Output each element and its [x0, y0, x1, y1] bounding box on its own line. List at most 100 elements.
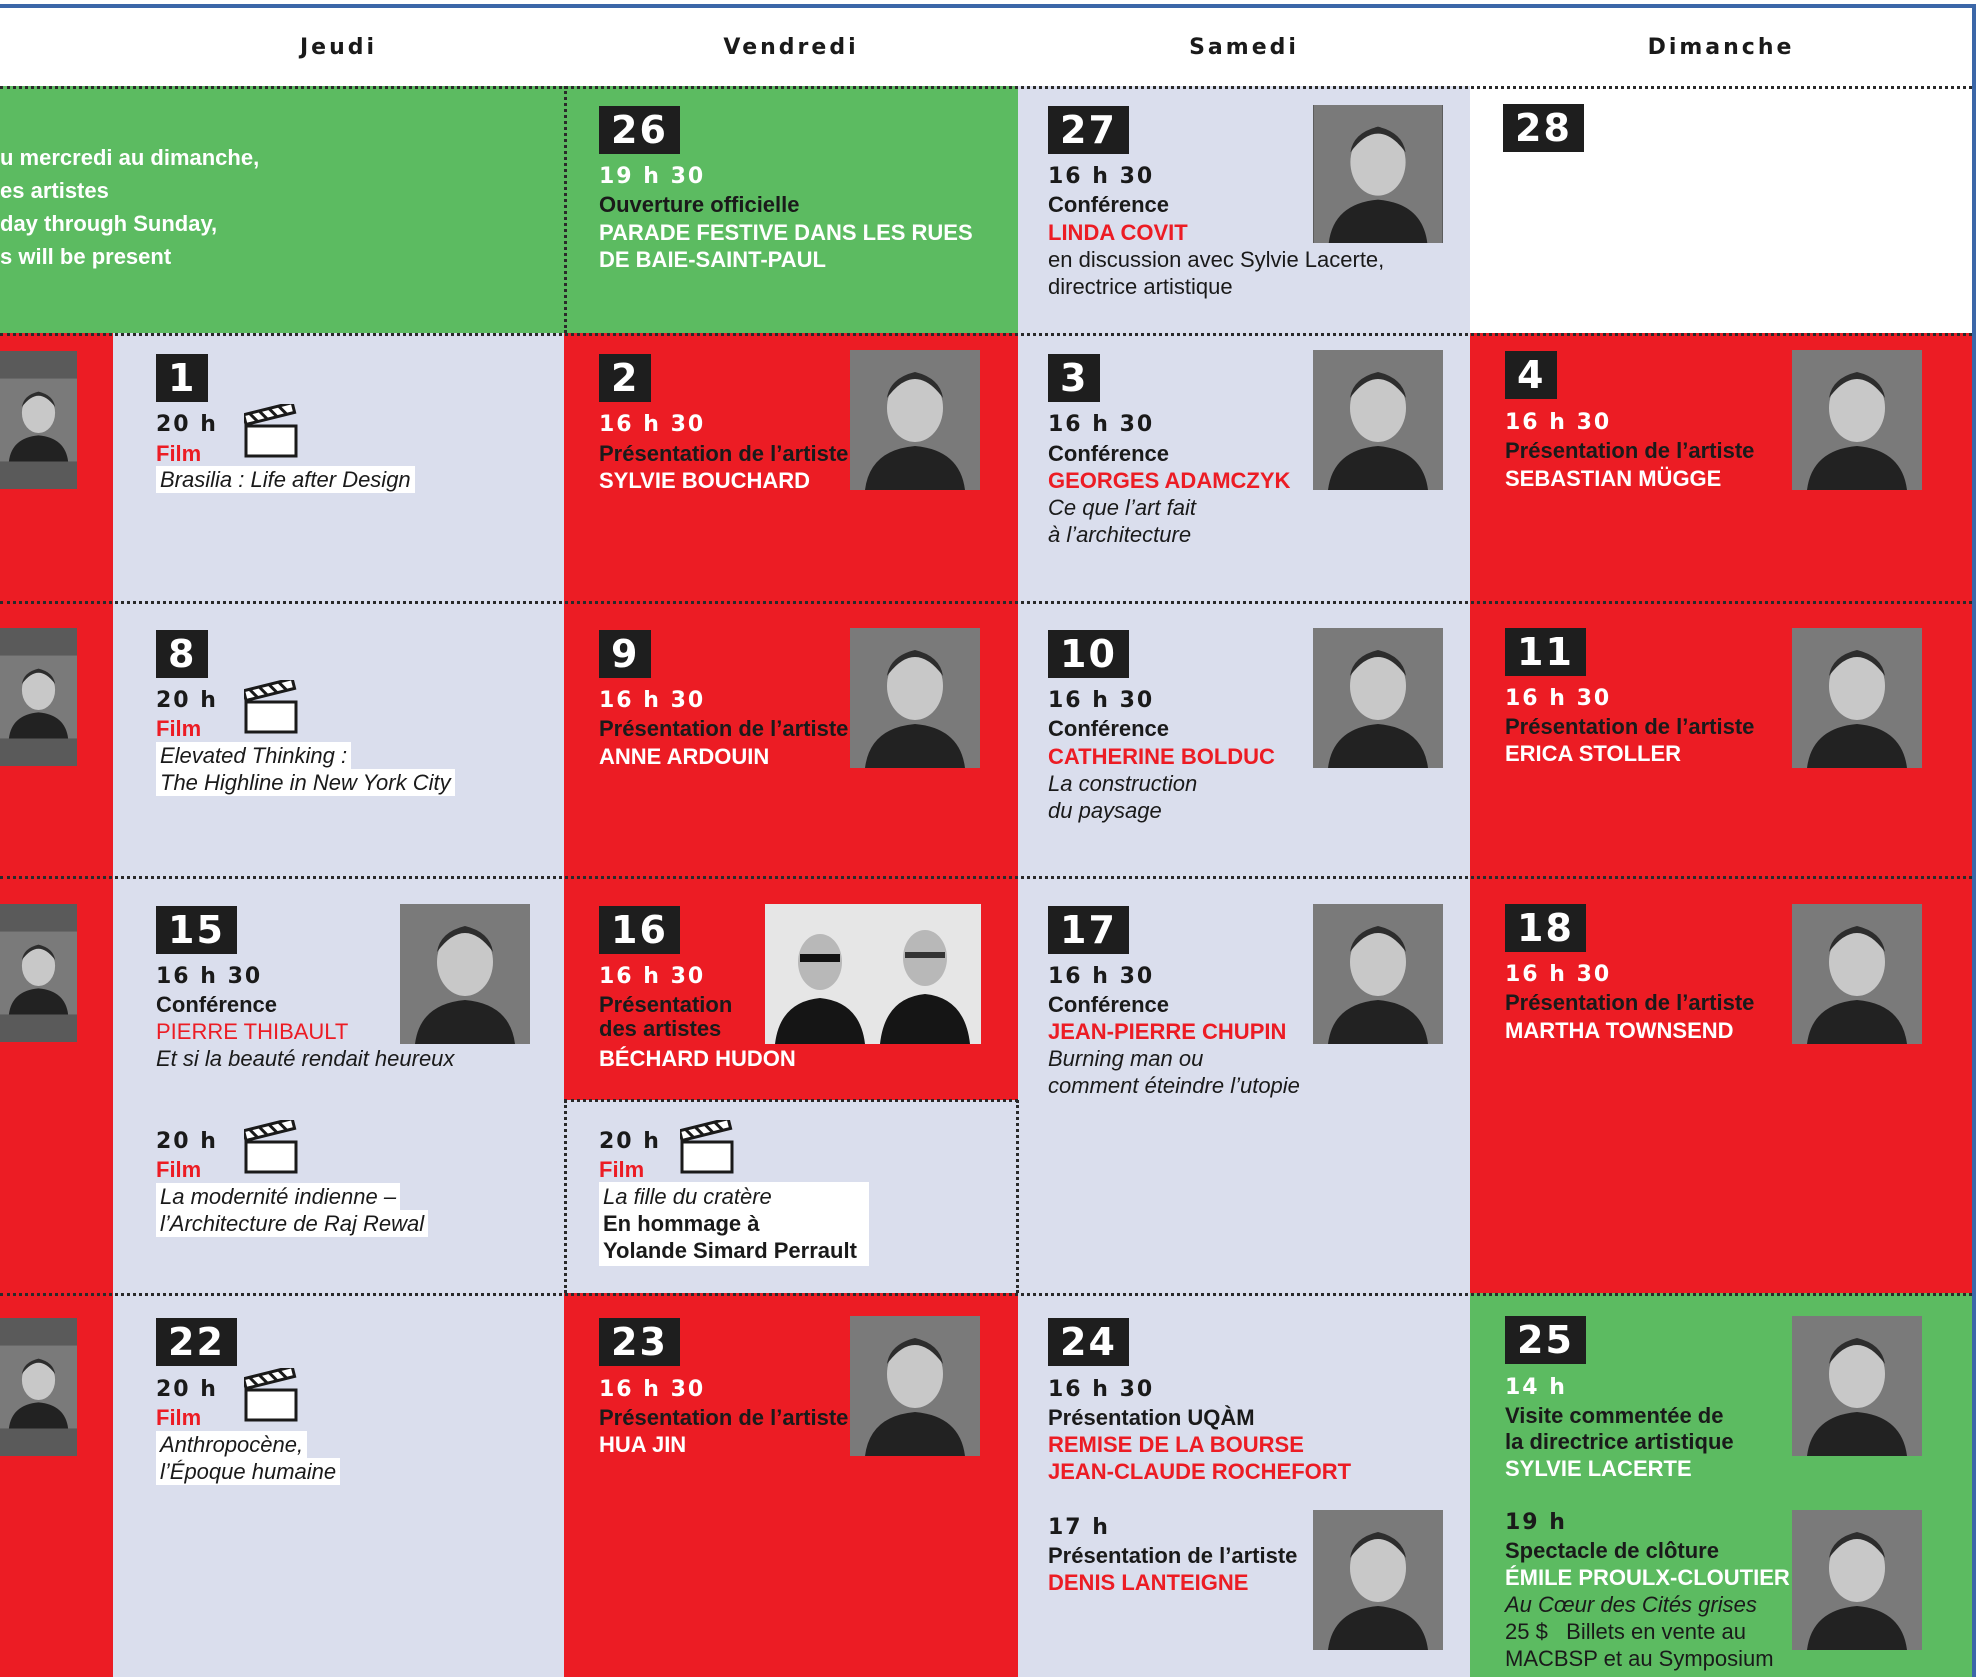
date-4: 4 — [1505, 351, 1558, 399]
row-divider — [0, 876, 1972, 879]
date-8: 8 — [156, 630, 209, 678]
time: 16 h 30 — [1048, 412, 1155, 437]
speaker-name: LINDA COVIT — [1048, 220, 1188, 245]
event-type: Film — [156, 1157, 202, 1182]
top-border — [0, 4, 1976, 8]
event-type: Présentation UQÀM — [1048, 1405, 1255, 1430]
event-type: Présentation de l’artiste — [1505, 714, 1755, 739]
event-type: Conférence — [1048, 992, 1170, 1017]
event-type: Film — [599, 1157, 645, 1182]
film-clapperboard-icon — [244, 1368, 298, 1422]
portrait-photo — [1792, 904, 1922, 1044]
film-title-3: Yolande Simard Perrault — [603, 1238, 857, 1263]
ticket-venue: MACBSP et au Symposium — [1505, 1646, 1774, 1671]
film-clapperboard-icon — [244, 404, 298, 458]
time: 16 h 30 — [1048, 164, 1155, 189]
date-11: 11 — [1505, 628, 1586, 676]
date-25: 25 — [1505, 1316, 1586, 1364]
film-title-2: l’Architecture de Raj Rewal — [156, 1210, 429, 1237]
time: 16 h 30 — [156, 964, 263, 989]
event-desc-1: Ce que l’art fait — [1048, 495, 1196, 520]
speaker-name: GEORGES ADAMCZYK — [1048, 468, 1291, 493]
date-22: 22 — [156, 1318, 237, 1366]
event-desc-2: comment éteindre l’utopie — [1048, 1073, 1300, 1098]
portrait-photo — [0, 1318, 77, 1456]
col-divider — [564, 1100, 567, 1293]
event-type: Présentation de l’artiste — [1048, 1543, 1298, 1568]
artist-name: ANNE ARDOUIN — [599, 744, 770, 769]
header-samedi: Samedi — [1189, 34, 1299, 60]
event-desc: Et si la beauté rendait heureux — [156, 1046, 455, 1071]
row-divider — [0, 1293, 1972, 1296]
event-type-2: des artistes — [599, 1016, 722, 1041]
time: 16 h 30 — [1048, 688, 1155, 713]
col-divider — [564, 86, 567, 333]
time: 16 h 30 — [1505, 962, 1612, 987]
event-type: Présentation de l’artiste — [599, 1405, 849, 1430]
portrait-photo — [0, 904, 77, 1042]
row-divider — [0, 86, 1972, 89]
time: 16 h 30 — [1505, 410, 1612, 435]
right-border — [1972, 4, 1976, 1677]
guide-name: SYLVIE LACERTE — [1505, 1456, 1692, 1481]
time: 20 h — [156, 688, 218, 713]
film-clapperboard-icon — [244, 680, 298, 734]
film-title: Brasilia : Life after Design — [156, 466, 415, 493]
date-3: 3 — [1048, 354, 1101, 402]
film-title-1: Elevated Thinking : — [156, 742, 352, 769]
portrait-photo — [850, 628, 980, 768]
date-10: 10 — [1048, 630, 1129, 678]
portrait-photo — [850, 350, 980, 490]
film-title-2: The Highline in New York City — [156, 769, 455, 796]
time: 19 h 30 — [599, 164, 706, 189]
date-15: 15 — [156, 906, 237, 954]
speaker-name: PIERRE THIBAULT — [156, 1019, 349, 1044]
event-type: Conférence — [1048, 441, 1170, 466]
date-27: 27 — [1048, 106, 1129, 154]
portrait-photo — [1792, 628, 1922, 768]
time: 14 h — [1505, 1375, 1567, 1400]
event-type-1: Présentation — [599, 992, 733, 1017]
film-title-1: La modernité indienne – — [156, 1183, 401, 1210]
portrait-photo — [0, 628, 77, 766]
portrait-photo — [1313, 904, 1443, 1044]
event-type-1: Visite commentée de — [1505, 1403, 1724, 1428]
artist-name: BÉCHARD HUDON — [599, 1046, 796, 1071]
portrait-photo — [1313, 628, 1443, 768]
time: 19 h — [1505, 1510, 1567, 1535]
time: 16 h 30 — [1048, 964, 1155, 989]
date-26: 26 — [599, 106, 680, 154]
date-9: 9 — [599, 630, 652, 678]
artist-name: DENIS LANTEIGNE — [1048, 1570, 1249, 1595]
event-desc-2: directrice artistique — [1048, 274, 1233, 299]
speaker-name: JEAN-PIERRE CHUPIN — [1048, 1019, 1287, 1044]
event-desc-2: du paysage — [1048, 798, 1162, 823]
award-name-2: JEAN-CLAUDE ROCHEFORT — [1048, 1459, 1352, 1484]
date-28: 28 — [1503, 104, 1584, 152]
ticket-price: 25 $ Billets en vente au — [1505, 1619, 1746, 1644]
date-1: 1 — [156, 354, 209, 402]
artist-name: SEBASTIAN MÜGGE — [1505, 466, 1722, 491]
award-name-1: REMISE DE LA BOURSE — [1048, 1432, 1304, 1457]
event-type: Spectacle de clôture — [1505, 1538, 1719, 1563]
cell-divider — [564, 1099, 1018, 1102]
event-type: Présentation de l’artiste — [1505, 438, 1755, 463]
artist-name: HUA JIN — [599, 1432, 687, 1457]
portrait-photo — [1792, 1316, 1922, 1456]
row-divider — [0, 601, 1972, 604]
event-title-2: DE BAIE-SAINT-PAUL — [599, 247, 826, 272]
portrait-photo — [1792, 350, 1922, 490]
show-title: Au Cœur des Cités grises — [1505, 1592, 1757, 1617]
portrait-photo — [0, 351, 77, 489]
portrait-photo — [1313, 1510, 1443, 1650]
header-jeudi: Jeudi — [299, 34, 378, 60]
time: 17 h — [1048, 1515, 1110, 1540]
intro-line-4: s will be present — [0, 244, 172, 269]
event-desc-2: à l’architecture — [1048, 522, 1192, 547]
portrait-photo — [1792, 1510, 1922, 1650]
time: 16 h 30 — [599, 964, 706, 989]
event-type: Film — [156, 716, 202, 741]
film-title-1: Anthropocène, — [156, 1431, 308, 1458]
film-title-2: En hommage à — [603, 1211, 760, 1236]
event-type: Présentation de l’artiste — [599, 441, 849, 466]
